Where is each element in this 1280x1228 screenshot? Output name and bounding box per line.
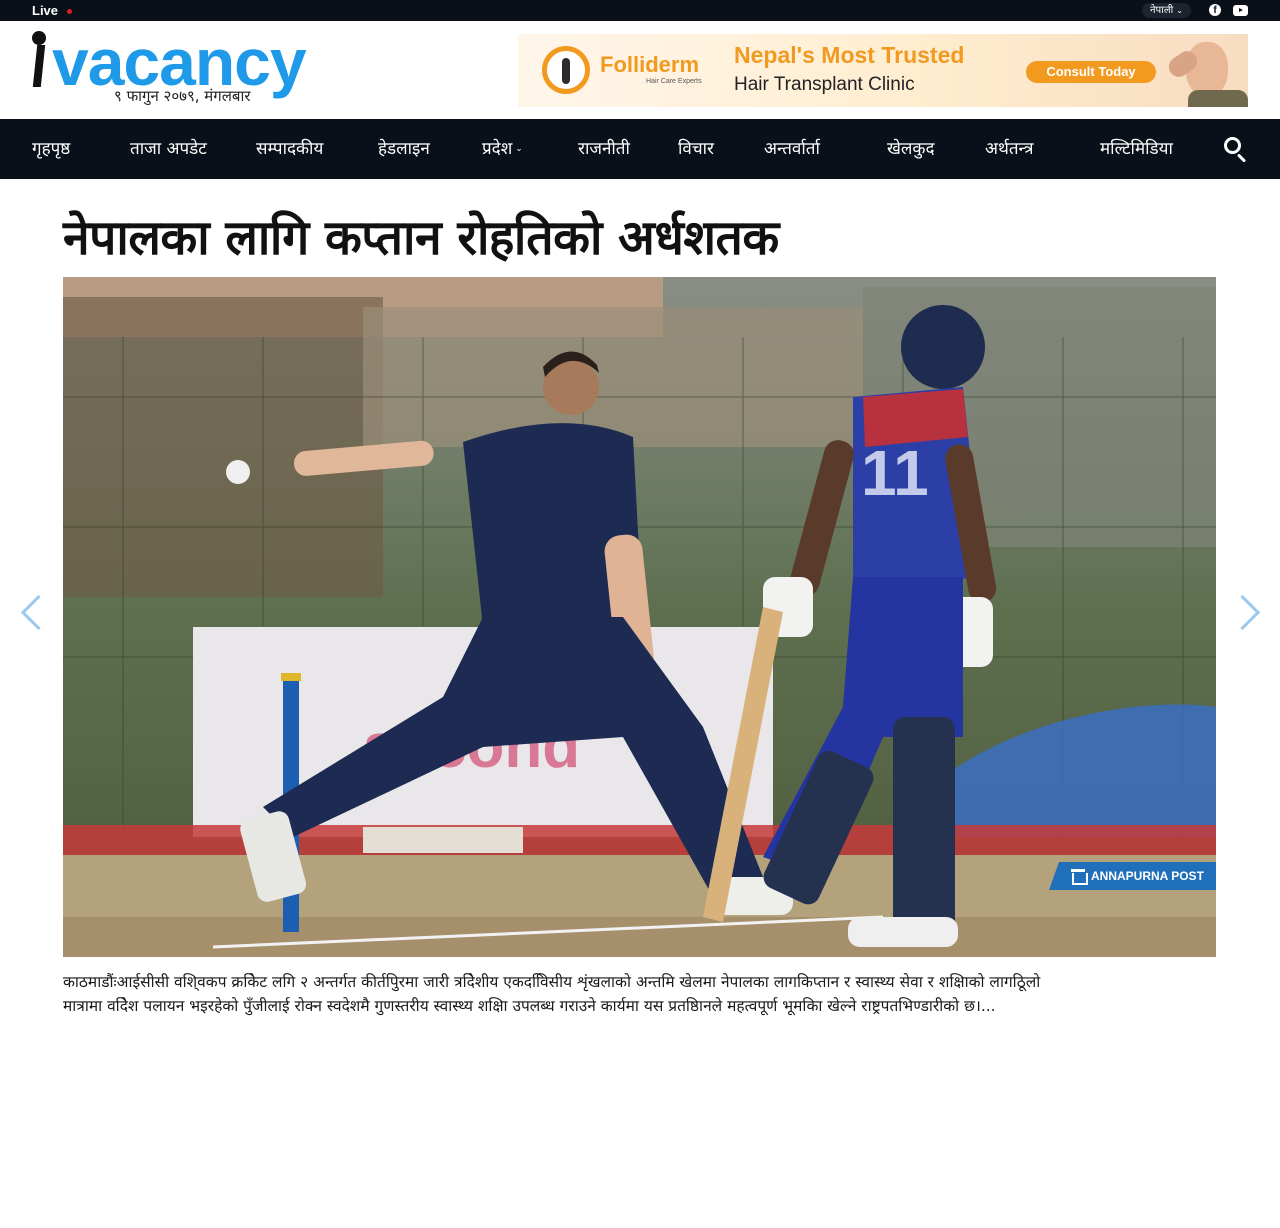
folliderm-logo-icon bbox=[542, 46, 590, 94]
youtube-icon[interactable] bbox=[1233, 5, 1248, 16]
ad-cta-button[interactable]: Consult Today bbox=[1026, 61, 1156, 83]
nav-item-province[interactable]: प्रदेश ⌄ bbox=[482, 139, 523, 159]
nav-item-home[interactable]: गृहपृष्ठ bbox=[32, 139, 70, 159]
nav-item-politics[interactable]: राजनीती bbox=[578, 139, 630, 159]
site-logo[interactable]: vacancy ९ फागुन २०७९, मंगलबार bbox=[30, 25, 310, 112]
article-excerpt: काठमाडौंःआईसीसी वशि्वकप क्रकिेट लगि २ अन… bbox=[63, 970, 1223, 1018]
live-dot-icon bbox=[67, 9, 72, 14]
facebook-icon[interactable]: f bbox=[1209, 4, 1221, 16]
search-icon[interactable] bbox=[1224, 137, 1248, 163]
nav-item-interview[interactable]: अन्तर्वार्ता bbox=[764, 139, 820, 159]
logo-mark-icon bbox=[30, 31, 48, 87]
photo-credit-badge: ANNAPURNA POST bbox=[1049, 862, 1216, 890]
nav-item-editorial[interactable]: सम्पादकीय bbox=[256, 139, 323, 159]
nav-item-multimedia[interactable]: मल्टिमिडिया bbox=[1100, 139, 1173, 159]
photo-credit-text: ANNAPURNA POST bbox=[1091, 869, 1204, 883]
chevron-down-icon: ⌄ bbox=[515, 144, 523, 154]
banner-ad[interactable]: Folliderm Hair Care Experts Nepal's Most… bbox=[518, 34, 1248, 107]
chevron-down-icon: ⌄ bbox=[1176, 6, 1183, 15]
nav-item-opinion[interactable]: विचार bbox=[678, 139, 714, 159]
article-headline[interactable]: नेपालका लागि कप्तान रोहतिको अर्धशतक bbox=[63, 206, 779, 270]
slider-next-arrow-icon[interactable] bbox=[1236, 592, 1260, 636]
article-photo[interactable]: second 11 bbox=[63, 277, 1216, 957]
ad-headline: Nepal's Most Trusted bbox=[734, 42, 965, 68]
ad-brand: Folliderm bbox=[600, 52, 700, 77]
nav-item-province-label: प्रदेश bbox=[482, 139, 513, 159]
nav-item-headline[interactable]: हेडलाइन bbox=[378, 139, 430, 159]
cricket-photo-illustration: second 11 bbox=[63, 277, 1216, 957]
ad-model-image bbox=[1158, 34, 1248, 107]
language-label: नेपाली bbox=[1150, 5, 1174, 16]
svg-text:11: 11 bbox=[861, 437, 929, 509]
top-bar: Live नेपाली ⌄ f bbox=[0, 0, 1280, 21]
nav-item-economy[interactable]: अर्थतन्त्र bbox=[985, 139, 1033, 159]
nav-item-sports[interactable]: खेलकुद bbox=[887, 139, 935, 159]
header-date: ९ फागुन २०७९, मंगलबार bbox=[114, 87, 251, 105]
ad-subline: Hair Transplant Clinic bbox=[734, 74, 915, 95]
excerpt-line-1: काठमाडौंःआईसीसी वशि्वकप क्रकिेट लगि २ अन… bbox=[63, 973, 1041, 991]
ad-brand-tagline: Hair Care Experts bbox=[646, 78, 702, 85]
main-nav: गृहपृष्ठ ताजा अपडेट सम्पादकीय हेडलाइन प्… bbox=[0, 119, 1280, 179]
nav-item-latest-update[interactable]: ताजा अपडेट bbox=[130, 139, 207, 159]
language-selector[interactable]: नेपाली ⌄ bbox=[1142, 3, 1191, 18]
slider-prev-arrow-icon[interactable] bbox=[20, 592, 44, 636]
live-label[interactable]: Live bbox=[32, 3, 58, 18]
bank-icon bbox=[1071, 869, 1088, 885]
excerpt-line-2: मात्रामा वदिेश पलायन भइरहेको पुँजीलाई रो… bbox=[63, 997, 996, 1015]
